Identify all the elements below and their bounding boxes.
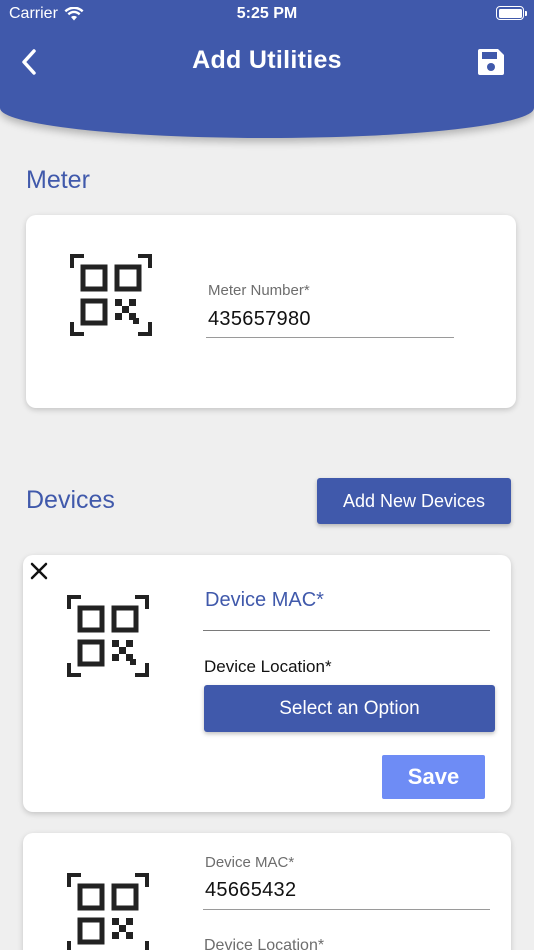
close-icon[interactable] (28, 560, 50, 582)
device-mac-label: Device MAC* (205, 854, 295, 871)
device-mac-input[interactable]: Device MAC* (205, 589, 324, 612)
meter-number-input[interactable]: 435657980 (208, 308, 311, 331)
status-time: 5:25 PM (236, 5, 298, 22)
device-mac-input-2[interactable]: 45665432 (205, 879, 296, 902)
qr-code-scan-icon[interactable] (67, 873, 149, 950)
status-bar: Carrier 5:25 PM (0, 0, 534, 28)
meter-number-label: Meter Number* (208, 282, 310, 299)
qr-code-scan-icon[interactable] (67, 595, 149, 677)
qr-code-scan-icon[interactable] (70, 254, 152, 336)
device-mac-underline (203, 630, 490, 631)
device-card-1: Device MAC* Device Location* Select an O… (23, 555, 511, 812)
device-card-2: Device MAC* 45665432 Device Location* (23, 833, 511, 950)
meter-section-title: Meter (26, 166, 90, 194)
meter-card: Meter Number* 435657980 (26, 215, 516, 408)
save-icon-button[interactable] (476, 47, 506, 77)
add-new-devices-button[interactable]: Add New Devices (317, 478, 511, 524)
save-device-button[interactable]: Save (382, 755, 485, 799)
device-mac-underline-2 (203, 909, 490, 910)
device-location-label: Device Location* (204, 657, 332, 676)
device-location-label-2: Device Location* (204, 937, 325, 950)
floppy-disk-icon (478, 49, 504, 75)
page-title: Add Utilities (192, 46, 342, 74)
app-header: Carrier 5:25 PM Add Utilities (0, 0, 534, 138)
select-location-dropdown[interactable]: Select an Option (204, 685, 495, 732)
meter-number-underline (206, 337, 454, 338)
devices-section-title: Devices (26, 486, 115, 514)
battery-icon (496, 6, 527, 20)
